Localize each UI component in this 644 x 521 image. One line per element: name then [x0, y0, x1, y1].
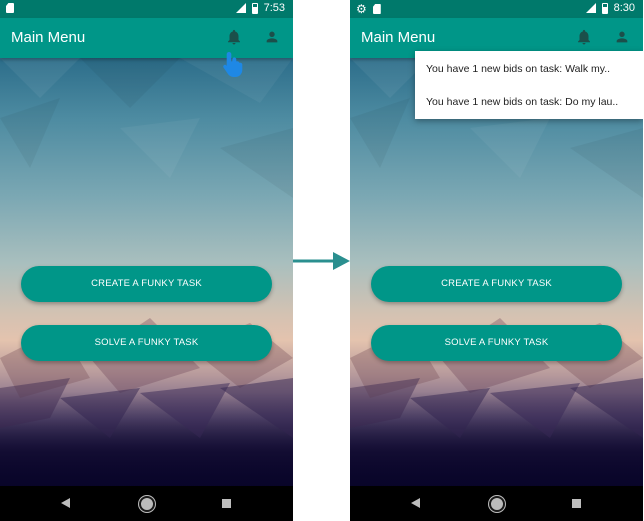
phone-screen-before: 7:53 Main Menu CREATE A FUNKY TASK SOLVE… [0, 0, 293, 521]
transition-arrow-icon [293, 252, 350, 270]
app-title: Main Menu [11, 29, 86, 46]
notifications-dropdown: You have 1 new bids on task: Walk my.. Y… [415, 51, 643, 119]
signal-icon [585, 3, 596, 13]
notification-item[interactable]: You have 1 new bids on task: Do my lau.. [426, 96, 636, 108]
home-icon[interactable] [489, 496, 505, 512]
tap-hand-icon [223, 52, 243, 77]
sd-card-icon [6, 3, 14, 13]
settings-icon: ⚙ [356, 2, 367, 16]
app-bar: Main Menu [0, 18, 293, 58]
battery-icon [251, 2, 258, 14]
notification-item[interactable]: You have 1 new bids on task: Walk my.. [426, 63, 636, 75]
app-title: Main Menu [361, 29, 436, 46]
background-area: CREATE A FUNKY TASK SOLVE A FUNKY TASK [350, 58, 643, 521]
person-icon[interactable] [614, 29, 630, 45]
status-bar: ⚙ 8:30 [350, 0, 643, 18]
signal-icon [235, 3, 246, 13]
create-task-button[interactable]: CREATE A FUNKY TASK [21, 266, 272, 302]
battery-icon [601, 2, 608, 14]
solve-task-button[interactable]: SOLVE A FUNKY TASK [371, 325, 622, 361]
navigation-bar [350, 486, 643, 521]
back-icon[interactable] [61, 498, 70, 508]
phone-screen-after: ⚙ 8:30 Main Menu CREATE A FUNKY TASK SOL… [350, 0, 643, 521]
solve-task-button[interactable]: SOLVE A FUNKY TASK [21, 325, 272, 361]
bell-icon[interactable] [575, 28, 593, 46]
bell-icon[interactable] [225, 28, 243, 46]
status-bar: 7:53 [0, 0, 293, 18]
sd-card-icon [372, 4, 381, 14]
back-icon[interactable] [411, 498, 420, 508]
background-area: CREATE A FUNKY TASK SOLVE A FUNKY TASK [0, 58, 293, 521]
status-time: 8:30 [613, 2, 635, 14]
create-task-button[interactable]: CREATE A FUNKY TASK [371, 266, 622, 302]
navigation-bar [0, 486, 293, 521]
home-icon[interactable] [139, 496, 155, 512]
recents-icon[interactable] [572, 499, 581, 508]
person-icon[interactable] [264, 29, 280, 45]
status-time: 7:53 [263, 2, 285, 14]
recents-icon[interactable] [222, 499, 231, 508]
